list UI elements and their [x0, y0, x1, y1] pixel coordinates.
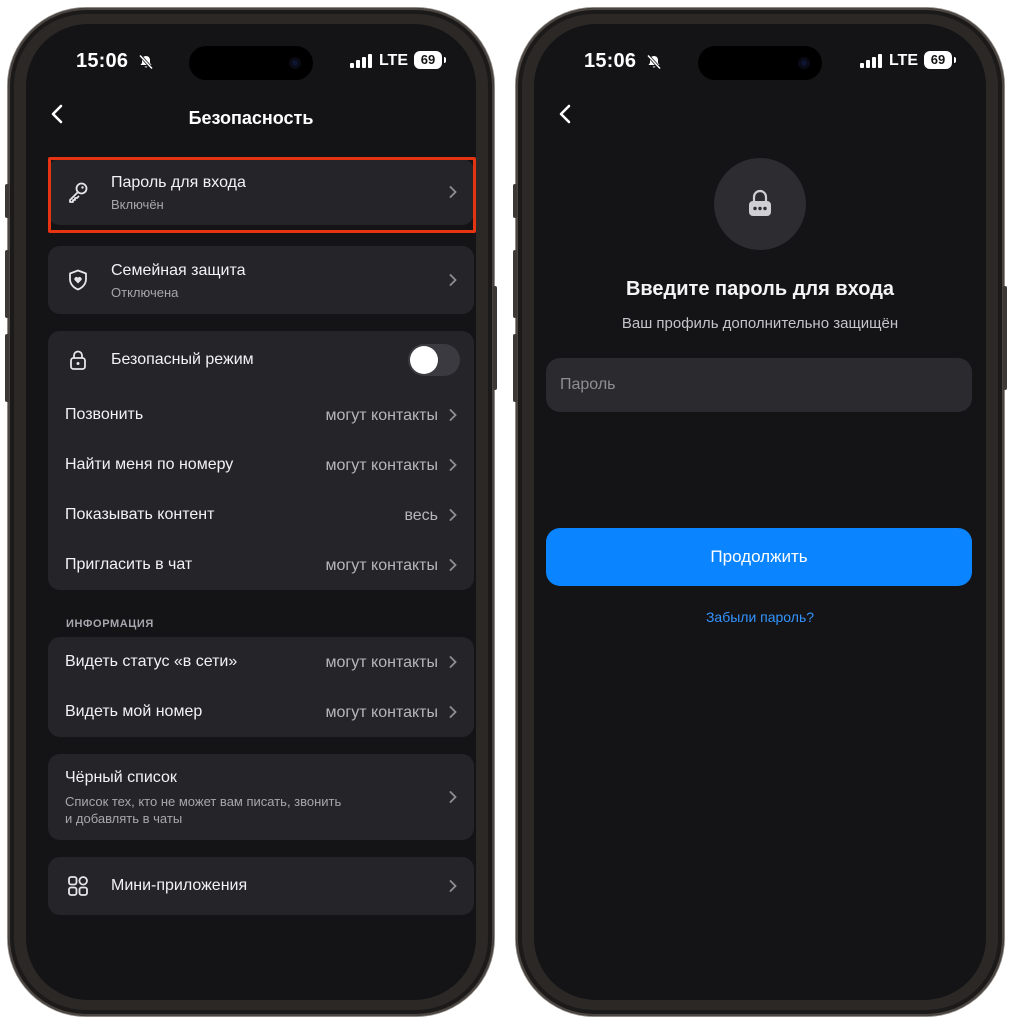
mini-apps-title: Мини-приложения [111, 877, 248, 894]
highlight-frame [48, 157, 476, 233]
lock-badge [714, 158, 806, 250]
chevron-right-icon [449, 880, 457, 892]
safe-mode-title: Безопасный режим [111, 351, 254, 368]
privacy-row-invite-to-chat[interactable]: Пригласить в чат могут контакты [48, 540, 474, 590]
shield-heart-icon [69, 269, 87, 291]
row-value: могут контакты [325, 654, 438, 671]
battery-icon: 69 [414, 51, 446, 69]
phone-left: 15:06 LTE 69 Безопасность Пароль для вхо… [5, 8, 497, 1016]
chevron-right-icon [449, 559, 457, 571]
cellular-signal-icon [350, 54, 372, 68]
row-value: могут контакты [325, 457, 438, 474]
network-type: LTE [888, 52, 918, 69]
family-protection-title: Семейная защита [111, 262, 246, 279]
blacklist-description-line2: и добавлять в чаты [65, 811, 183, 826]
row-value: могут контакты [325, 557, 438, 574]
phone-right: 15:06 LTE 69 Введите пароль для входа Ва… [513, 8, 1007, 1016]
lock-dots-icon [749, 189, 771, 216]
blacklist-title: Чёрный список [65, 769, 177, 786]
section-label-info: ИНФОРМАЦИЯ [66, 618, 154, 630]
lock-icon [70, 350, 86, 370]
info-card: Видеть статус «в сети» могут контакты Ви… [48, 637, 474, 737]
network-type: LTE [378, 52, 408, 69]
family-protection-status: Отключена [111, 285, 179, 300]
privacy-card: Безопасный режим Позвонить могут контакт… [48, 331, 474, 590]
family-protection-row[interactable]: Семейная защита Отключена [48, 246, 474, 314]
chevron-right-icon [449, 706, 457, 718]
chevron-right-icon [449, 791, 457, 803]
continue-button[interactable]: Продолжить [546, 528, 972, 586]
row-label: Видеть мой номер [65, 703, 203, 720]
privacy-row-call[interactable]: Позвонить могут контакты [48, 390, 474, 440]
status-bar: 15:06 LTE 69 [26, 50, 476, 74]
row-label: Видеть статус «в сети» [65, 653, 238, 670]
row-label: Найти меня по номеру [65, 456, 234, 473]
row-label: Показывать контент [65, 506, 215, 523]
chevron-right-icon [449, 656, 457, 668]
cellular-signal-icon [860, 54, 882, 68]
chevron-right-icon [449, 274, 457, 286]
password-input[interactable] [546, 358, 972, 412]
back-chevron-icon[interactable] [556, 102, 576, 126]
row-value: могут контакты [325, 407, 438, 424]
mini-apps-row[interactable]: Мини-приложения [48, 857, 474, 915]
status-time: 15:06 [584, 50, 637, 72]
apps-grid-icon [68, 876, 88, 896]
blacklist-description-line1: Список тех, кто не может вам писать, зво… [65, 794, 342, 809]
row-label: Позвонить [65, 406, 144, 423]
password-prompt-title: Введите пароль для входа [625, 278, 895, 300]
privacy-row-show-content[interactable]: Показывать контент весь [48, 490, 474, 540]
security-screen: 15:06 LTE 69 Безопасность Пароль для вхо… [26, 24, 476, 1000]
page-title: Безопасность [188, 108, 314, 128]
row-value: весь [404, 507, 438, 524]
chevron-right-icon [449, 459, 457, 471]
chevron-right-icon [449, 409, 457, 421]
row-label: Пригласить в чат [65, 556, 193, 573]
privacy-row-find-by-number[interactable]: Найти меня по номеру могут контакты [48, 440, 474, 490]
row-value: могут контакты [325, 704, 438, 721]
bell-muted-icon [138, 54, 154, 70]
battery-icon: 69 [924, 51, 956, 69]
status-bar: 15:06 LTE 69 [534, 50, 986, 74]
safe-mode-row: Безопасный режим [48, 335, 474, 385]
blacklist-row[interactable]: Чёрный список Список тех, кто не может в… [48, 754, 474, 840]
info-row-phone-number[interactable]: Видеть мой номер могут контакты [48, 687, 474, 737]
password-entry-screen: 15:06 LTE 69 Введите пароль для входа Ва… [534, 24, 986, 1000]
info-row-online-status[interactable]: Видеть статус «в сети» могут контакты [48, 637, 474, 687]
chevron-right-icon [449, 509, 457, 521]
password-prompt-subtitle: Ваш профиль дополнительно защищён [621, 315, 899, 332]
bell-muted-icon [646, 54, 662, 70]
forgot-password-link[interactable]: Забыли пароль? [534, 609, 986, 625]
status-time: 15:06 [76, 50, 129, 72]
safe-mode-toggle[interactable] [408, 344, 460, 376]
